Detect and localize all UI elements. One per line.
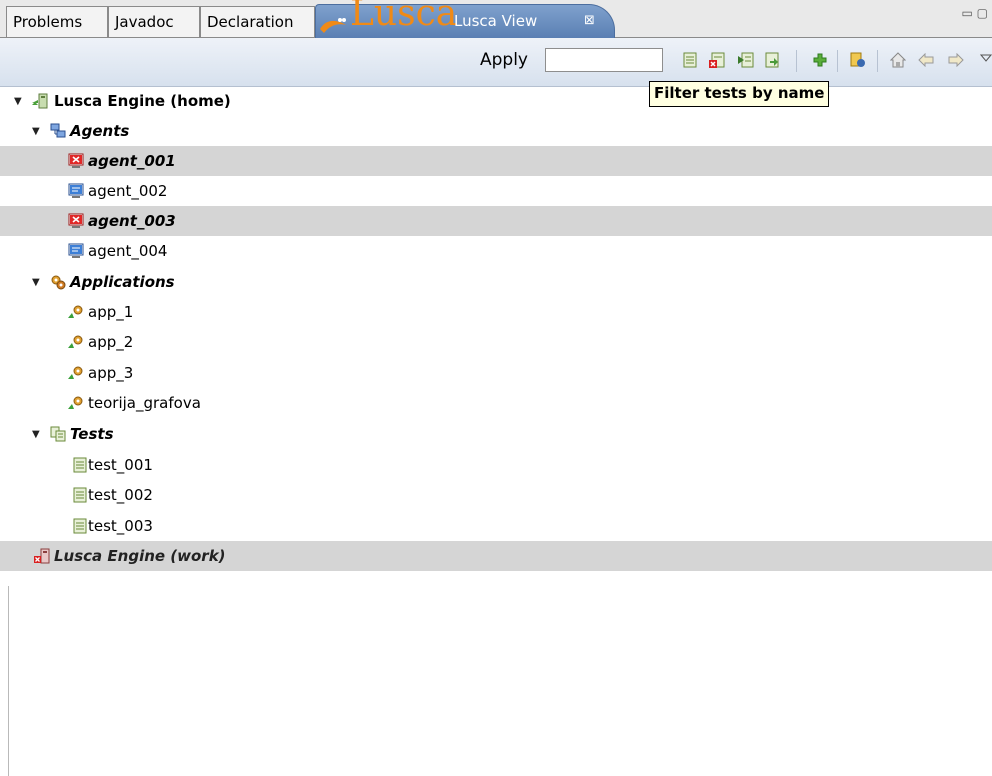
engine-icon xyxy=(32,93,48,109)
tree-row-application[interactable]: app_3 xyxy=(0,358,992,388)
test-file-icon xyxy=(73,518,87,534)
tree-row-application[interactable]: app_1 xyxy=(0,297,992,327)
application-label: app_1 xyxy=(88,303,134,321)
engine-home-label: Lusca Engine (home) xyxy=(54,92,231,110)
tree-row-agents[interactable]: ▼ Agents xyxy=(0,116,992,146)
view-toolbar: Apply xyxy=(0,38,992,87)
toolbar-separator xyxy=(877,50,878,72)
tree-row-agent[interactable]: agent_004 xyxy=(0,236,992,266)
agent-label: agent_001 xyxy=(88,152,176,170)
test-file-icon xyxy=(73,487,87,503)
export-test-icon[interactable] xyxy=(764,52,780,68)
tab-lusca-view[interactable]: Lusca Lusca View ⊠ xyxy=(315,0,615,38)
lusca-tree: ▼ Lusca Engine (home) ▼ Agents agent_001… xyxy=(0,86,992,776)
tab-problems[interactable]: Problems xyxy=(6,6,108,37)
expand-twisty-icon[interactable]: ▼ xyxy=(32,277,40,288)
engine-disconnected-icon xyxy=(34,548,50,564)
tree-row-engine-home[interactable]: ▼ Lusca Engine (home) xyxy=(0,86,992,116)
filter-tooltip: Filter tests by name xyxy=(649,81,830,107)
tree-row-test[interactable]: test_001 xyxy=(0,450,992,480)
application-icon xyxy=(68,335,83,348)
agent-monitor-icon xyxy=(68,243,84,258)
lusca-logo-swoosh-icon xyxy=(320,18,346,33)
application-icon xyxy=(68,366,83,379)
expand-twisty-icon[interactable]: ▼ xyxy=(32,126,40,137)
minimize-maximize-icon[interactable]: ▭ ▢ xyxy=(962,6,989,20)
run-test-icon[interactable] xyxy=(738,52,754,68)
lusca-logo: Lusca xyxy=(350,0,458,34)
agent-monitor-icon xyxy=(68,183,84,198)
toolbar-separator xyxy=(837,50,838,72)
engine-work-label: Lusca Engine (work) xyxy=(54,547,226,565)
agent-error-icon xyxy=(68,213,84,228)
applications-gears-icon xyxy=(51,275,66,290)
tab-javadoc[interactable]: Javadoc xyxy=(108,6,200,37)
tree-row-agent[interactable]: agent_003 xyxy=(0,206,992,236)
tab-lusca-view-label: Lusca View xyxy=(454,12,538,30)
agents-label: Agents xyxy=(70,122,130,140)
application-label: app_3 xyxy=(88,364,134,382)
applications-label: Applications xyxy=(70,273,175,291)
test-file-icon xyxy=(73,457,87,473)
panel-border xyxy=(8,586,9,776)
apply-label: Apply xyxy=(480,50,528,70)
application-label: app_2 xyxy=(88,333,134,351)
toolbar-separator xyxy=(796,50,797,72)
tree-row-tests[interactable]: ▼ Tests xyxy=(0,419,992,449)
agents-group-icon xyxy=(50,123,66,138)
tree-row-agent[interactable]: agent_002 xyxy=(0,176,992,206)
test-label: test_003 xyxy=(88,517,153,535)
application-label: teorija_grafova xyxy=(88,394,201,412)
tree-row-agent[interactable]: agent_001 xyxy=(0,146,992,176)
back-icon[interactable] xyxy=(918,52,934,68)
application-icon xyxy=(68,396,83,409)
tab-declaration[interactable]: Declaration xyxy=(200,6,315,37)
tree-row-application[interactable]: app_2 xyxy=(0,327,992,357)
tests-label: Tests xyxy=(70,425,114,443)
tree-row-test[interactable]: test_002 xyxy=(0,480,992,510)
tree-row-test[interactable]: test_003 xyxy=(0,511,992,541)
test-file-icon[interactable] xyxy=(682,52,698,68)
test-label: test_001 xyxy=(88,456,153,474)
agent-label: agent_003 xyxy=(88,212,176,230)
application-icon xyxy=(68,305,83,318)
tree-row-application[interactable]: teorija_grafova xyxy=(0,388,992,418)
add-icon[interactable] xyxy=(812,52,828,68)
close-icon[interactable]: ⊠ xyxy=(584,6,595,36)
test-label: test_002 xyxy=(88,486,153,504)
remove-test-icon[interactable] xyxy=(709,52,725,68)
view-tab-bar: Problems Javadoc Declaration Lusca Lusca… xyxy=(0,0,992,38)
home-icon[interactable] xyxy=(890,52,906,68)
agent-error-icon xyxy=(68,153,84,168)
forward-icon[interactable] xyxy=(948,52,964,68)
properties-icon[interactable] xyxy=(850,52,866,68)
agent-label: agent_002 xyxy=(88,182,168,200)
view-menu-icon[interactable] xyxy=(978,50,992,66)
expand-twisty-icon[interactable]: ▼ xyxy=(14,96,22,107)
tests-group-icon xyxy=(50,426,66,442)
tree-row-applications[interactable]: ▼ Applications xyxy=(0,267,992,297)
tree-row-engine-work[interactable]: Lusca Engine (work) xyxy=(0,541,992,571)
test-name-filter-input[interactable] xyxy=(545,48,663,72)
agent-label: agent_004 xyxy=(88,242,168,260)
expand-twisty-icon[interactable]: ▼ xyxy=(32,429,40,440)
